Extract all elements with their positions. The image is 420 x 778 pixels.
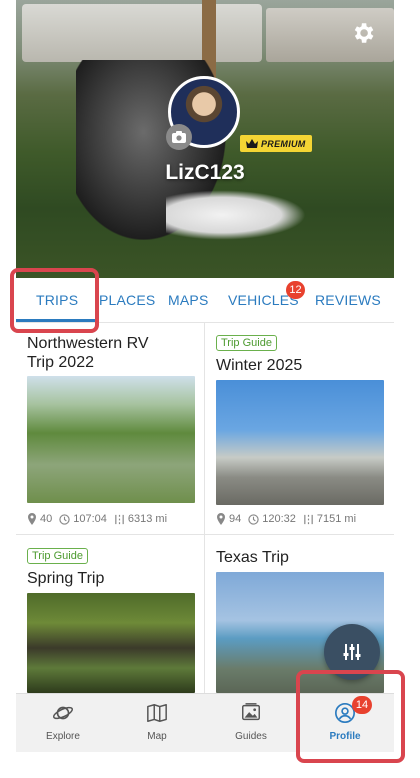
nav-explore[interactable]: Explore [16, 694, 110, 752]
trip-distance: 7151 mi [316, 513, 357, 525]
crown-icon [246, 139, 258, 148]
distance-icon [304, 514, 313, 524]
pin-icon [217, 513, 225, 525]
app-screen: PREMIUM LizC123 TRIPS PLACES MAPS VEHICL… [16, 0, 394, 752]
profile-header: PREMIUM LizC123 [16, 0, 394, 278]
nav-map[interactable]: Map [110, 694, 204, 752]
trip-duration: 107:04 [73, 513, 107, 525]
camera-icon[interactable] [166, 124, 192, 150]
tab-maps[interactable]: MAPS [168, 278, 208, 322]
trip-duration: 120:32 [262, 513, 296, 525]
username: LizC123 [165, 161, 245, 184]
nav-label: Guides [235, 731, 267, 742]
clock-icon [248, 513, 259, 525]
map-icon [147, 704, 167, 722]
guides-icon [242, 703, 260, 721]
cover-photo-rv [22, 4, 262, 62]
nav-guides[interactable]: Guides [204, 694, 298, 752]
nav-label: Map [147, 731, 167, 742]
premium-label: PREMIUM [261, 138, 306, 149]
gear-icon[interactable] [350, 20, 376, 46]
trip-title: Northwestern RV Trip 2022 [27, 335, 149, 371]
trip-card[interactable]: Trip Guide Spring Trip [16, 535, 204, 693]
cover-photo-cat-paws [166, 190, 306, 240]
trip-stats: 40 107:04 6313 mi [27, 513, 167, 525]
trip-card[interactable]: Northwestern RV Trip 2022 40 107:04 6313… [16, 323, 204, 534]
trip-title: Spring Trip [27, 570, 105, 587]
planet-icon [52, 706, 74, 720]
highlight-profile-nav [296, 670, 405, 763]
trip-guide-label: Trip Guide [27, 548, 88, 564]
trip-guide-label: Trip Guide [216, 335, 277, 351]
sliders-icon [343, 644, 361, 660]
trip-guide-tag: Trip Guide [216, 333, 277, 357]
premium-badge: PREMIUM [240, 135, 312, 152]
vehicles-count-badge: 12 [286, 281, 305, 299]
trip-title: Texas Trip [216, 549, 289, 566]
tab-reviews[interactable]: REVIEWS [315, 278, 381, 322]
pin-icon [28, 513, 36, 525]
tab-places[interactable]: PLACES [99, 278, 155, 322]
distance-icon [115, 514, 124, 524]
trip-stats: 94 120:32 7151 mi [216, 513, 356, 525]
clock-icon [59, 513, 70, 525]
trip-photo [27, 376, 195, 503]
trip-photo [27, 593, 195, 693]
trip-guide-tag: Trip Guide [27, 546, 88, 570]
trip-title: Winter 2025 [216, 357, 303, 374]
trip-photo [216, 380, 384, 505]
trip-stops: 40 [40, 513, 53, 525]
trip-distance: 6313 mi [127, 513, 168, 525]
trip-stops: 94 [229, 513, 242, 525]
highlight-trips-tab [10, 268, 99, 333]
nav-label: Explore [46, 731, 80, 742]
trip-card[interactable]: Trip Guide Winter 2025 94 120:32 7151 mi [205, 323, 394, 534]
